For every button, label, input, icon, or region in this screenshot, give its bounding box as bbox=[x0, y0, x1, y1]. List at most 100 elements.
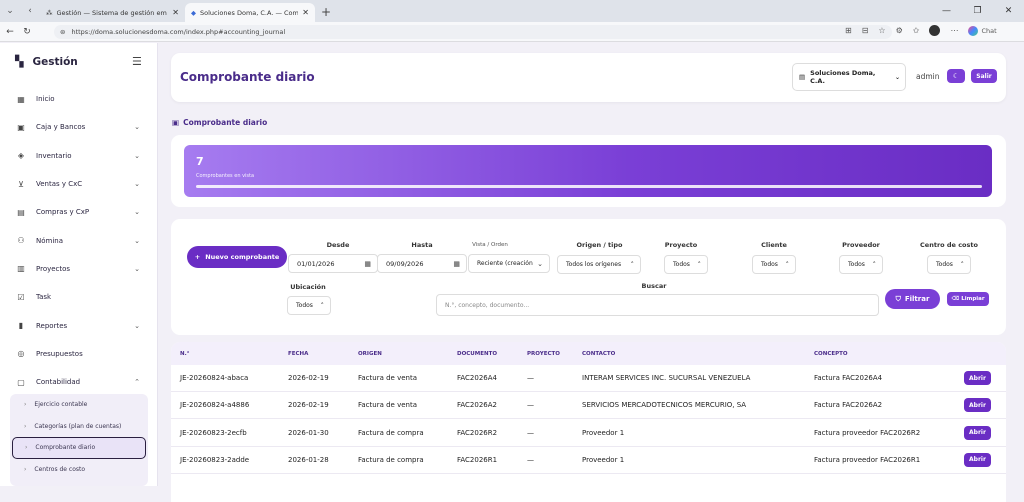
calendar-icon[interactable]: ▦ bbox=[453, 260, 460, 268]
sidebar-item-inventario[interactable]: ◈ Inventario ⌄ bbox=[0, 142, 158, 170]
submenu-item[interactable]: › Centros de costo bbox=[10, 459, 148, 481]
ubicacion-select[interactable]: Todos ˄ bbox=[287, 296, 331, 315]
open-button[interactable]: Abrir bbox=[964, 371, 991, 385]
column-header[interactable]: FECHA bbox=[288, 351, 308, 357]
profile-avatar[interactable] bbox=[929, 25, 941, 36]
box-icon: ◈ bbox=[17, 151, 25, 161]
header-card: Comprobante diario ▤ Soluciones Doma, C.… bbox=[171, 53, 1006, 102]
reload-icon[interactable]: ↻ bbox=[20, 27, 34, 37]
extensions-icon[interactable]: ⚙ bbox=[896, 26, 903, 35]
submenu-item[interactable]: › Categorías (plan de cuentas) bbox=[10, 416, 148, 438]
new-tab-icon[interactable]: + bbox=[321, 5, 331, 19]
browser-tab-title: Gestión — Sistema de gestión em bbox=[56, 8, 167, 17]
submenu-item[interactable]: › Comprobante diario bbox=[12, 437, 146, 459]
table-cell: Factura FAC2026A2 bbox=[814, 401, 883, 410]
chevron-up-icon: ˄ bbox=[630, 260, 635, 269]
sidebar-item-proyectos[interactable]: ▥ Proyectos ⌄ bbox=[0, 255, 158, 283]
proyecto-select[interactable]: Todos ˄ bbox=[664, 255, 708, 274]
immersive-icon[interactable]: ⊟ bbox=[862, 26, 869, 35]
table-row[interactable]: JE-20260823-2adde 2026-01-28 Factura de co… bbox=[171, 447, 1006, 474]
stats-card: 7 Comprobantes en vista bbox=[171, 135, 1006, 207]
open-button[interactable]: Abrir bbox=[964, 452, 991, 467]
maximize-icon[interactable]: ❐ bbox=[962, 0, 993, 22]
tab-back-icon[interactable]: ‹ bbox=[23, 4, 37, 18]
favorite-star-icon[interactable]: ☆ bbox=[878, 26, 885, 35]
sidebar-item-reportes[interactable]: ▮ Reportes ⌄ bbox=[0, 311, 158, 339]
table-cell: SERVICIOS MERCADOTECNICOS MERCURIO, SA bbox=[582, 401, 747, 410]
table-cell: Proveedor 1 bbox=[582, 455, 625, 464]
origen-select[interactable]: Todos los orígenes ˄ bbox=[557, 255, 641, 274]
sidebar-item-caja-y-bancos[interactable]: ▣ Caja y Bancos ⌄ bbox=[0, 113, 158, 141]
back-icon[interactable]: ← bbox=[3, 27, 17, 37]
search-input[interactable]: N.°, concepto, documento... bbox=[436, 294, 879, 316]
sidebar-item-task[interactable]: ☑ Task bbox=[0, 283, 158, 311]
open-button[interactable]: Abrir bbox=[964, 425, 991, 440]
dark-mode-toggle[interactable]: ☾ bbox=[947, 69, 965, 83]
cliente-label: Cliente bbox=[761, 241, 787, 249]
table-cell: JE-20260824-abaca bbox=[180, 374, 249, 382]
sidebar-item-presupuestos[interactable]: ◎ Presupuestos bbox=[0, 340, 158, 368]
close-tab-icon[interactable]: ✕ bbox=[302, 8, 309, 17]
truck-icon: ▤ bbox=[17, 207, 25, 217]
sidebar-item-inicio[interactable]: ▦ Inicio bbox=[0, 85, 158, 113]
target-icon: ◎ bbox=[17, 349, 25, 359]
column-header[interactable]: CONTACTO bbox=[582, 351, 615, 357]
copilot-chat-button[interactable]: Chat bbox=[968, 25, 997, 36]
desde-input[interactable]: 01/01/2026 ▦ bbox=[288, 254, 378, 273]
column-header[interactable]: CONCEPTO bbox=[814, 351, 848, 357]
chevron-up-icon: ˄ bbox=[960, 260, 965, 269]
sidebar-item-ventas-y-cxc[interactable]: ⊻ Ventas y CxC ⌄ bbox=[0, 170, 158, 198]
hasta-input[interactable]: 09/09/2026 ▦ bbox=[377, 254, 467, 273]
minimize-icon[interactable]: — bbox=[931, 0, 962, 22]
sidebar-item-label: Task bbox=[36, 293, 52, 302]
column-header[interactable]: ORIGEN bbox=[358, 351, 382, 357]
url-input[interactable]: ⊜ https://doma.solucionesdoma.com/index.… bbox=[54, 25, 892, 39]
centro-select[interactable]: Todos ˄ bbox=[927, 255, 971, 274]
more-icon[interactable]: ⋯ bbox=[950, 26, 958, 35]
clear-button[interactable]: ⌫ Limpiar bbox=[947, 292, 989, 306]
site-info-icon[interactable]: ⊜ bbox=[60, 28, 65, 36]
open-button[interactable]: Abrir bbox=[964, 398, 991, 413]
chevron-up-icon: ˄ bbox=[320, 301, 325, 310]
logout-button[interactable]: Salir bbox=[971, 69, 997, 83]
column-header[interactable]: DOCUMENTO bbox=[457, 351, 497, 357]
chevron-icon: ⌃ bbox=[134, 378, 140, 387]
vista-select[interactable]: Reciente (creación ⌄ bbox=[468, 254, 550, 273]
browser-tab-1[interactable]: ◆ Soluciones Doma, C.A. — Compr ✕ bbox=[185, 3, 315, 22]
table-cell: FAC2026R1 bbox=[457, 455, 498, 464]
table-row[interactable]: JE-20260824-a4886 2026-02-19 Factura de ve… bbox=[171, 392, 1006, 420]
calendar-icon[interactable]: ▦ bbox=[364, 260, 371, 268]
table-cell: 2026-02-19 bbox=[288, 401, 329, 410]
cliente-select[interactable]: Todos ˄ bbox=[752, 255, 796, 274]
table-row[interactable]: JE-20260823-2ecfb 2026-01-30 Factura de co… bbox=[171, 420, 1006, 447]
chevron-up-icon: ˄ bbox=[697, 260, 702, 269]
main-content: Comprobante diario ▤ Soluciones Doma, C.… bbox=[158, 43, 1024, 502]
column-header[interactable]: PROYECTO bbox=[527, 351, 560, 357]
sidebar-item-compras-y-cxp[interactable]: ▤ Compras y CxP ⌄ bbox=[0, 198, 158, 226]
filter-button[interactable]: ⛉ Filtrar bbox=[885, 289, 940, 309]
company-select[interactable]: ▤ Soluciones Doma, C.A. ⌄ bbox=[792, 63, 906, 91]
submenu-item[interactable]: › Ejercicio contable bbox=[10, 394, 148, 416]
bank-icon: ▣ bbox=[17, 122, 25, 132]
funnel-icon: ⛉ bbox=[895, 294, 901, 303]
brand[interactable]: ▚ Gestión bbox=[15, 55, 78, 68]
proveedor-select[interactable]: Todos ˄ bbox=[839, 255, 883, 274]
close-tab-icon[interactable]: ✕ bbox=[172, 8, 179, 17]
sidebar-item-contabilidad[interactable]: ▢ Contabilidad ⌃ bbox=[0, 368, 158, 396]
origen-label: Origen / tipo bbox=[576, 241, 623, 249]
table-row[interactable]: JE-20260824-abaca 2026-02-19 Factura de ve… bbox=[171, 365, 1006, 392]
collections-icon[interactable]: ✩ bbox=[913, 26, 920, 35]
reader-icon[interactable]: ⊞ bbox=[845, 26, 852, 35]
briefcase-icon: ▥ bbox=[17, 264, 25, 274]
column-header[interactable]: N.° bbox=[180, 351, 189, 357]
address-bar-row: ← ↻ ⊜ https://doma.solucionesdoma.com/in… bbox=[0, 22, 1024, 42]
close-window-icon[interactable]: ✕ bbox=[993, 0, 1024, 22]
new-voucher-button[interactable]: + Nuevo comprobante bbox=[187, 246, 287, 268]
chevron-down-icon: ⌄ bbox=[894, 73, 900, 81]
brand-name: Gestión bbox=[32, 55, 78, 68]
hamburger-menu-icon[interactable]: ☰ bbox=[132, 55, 142, 68]
sidebar-item-n-mina[interactable]: ⚇ Nómina ⌄ bbox=[0, 226, 158, 254]
tab-list-icon[interactable]: ⌄ bbox=[3, 4, 17, 18]
browser-tab-0[interactable]: ⁂ Gestión — Sistema de gestión em ✕ bbox=[40, 3, 185, 22]
table-cell: Factura proveedor FAC2026R1 bbox=[814, 455, 921, 464]
